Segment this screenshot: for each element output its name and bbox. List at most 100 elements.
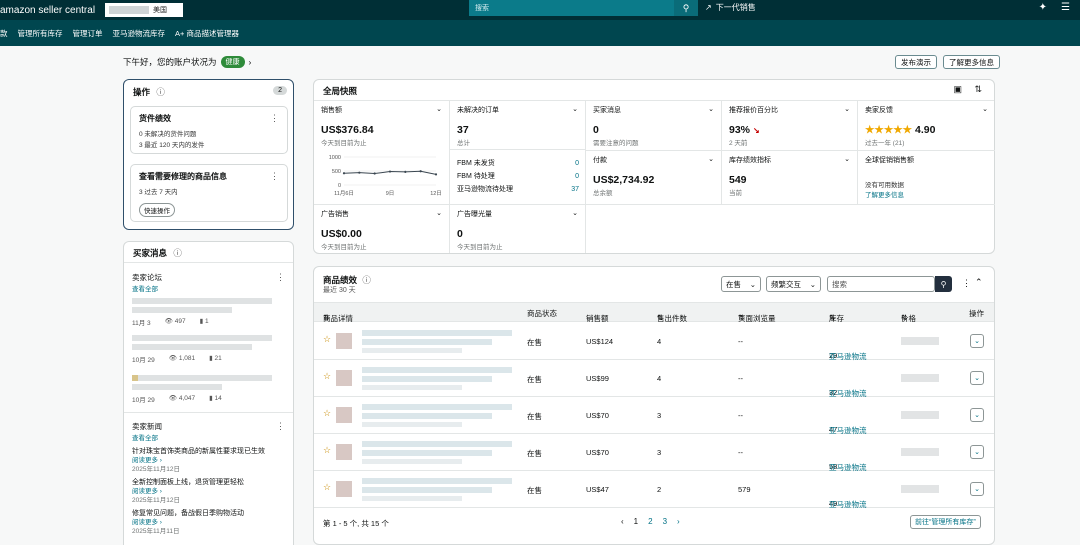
info-icon[interactable]: ⓘ: [362, 275, 371, 285]
table-row[interactable]: ☆ 在售 US$70 3 -- 47 亚马逊物流 ⌄: [314, 397, 994, 435]
forum-post[interactable]: 10月 29 👁 1,081 ▮ 21: [132, 335, 282, 364]
order-row[interactable]: FBM 未发货 0: [457, 157, 579, 170]
product-title-blurred[interactable]: [362, 330, 512, 336]
product-title-blurred[interactable]: [362, 404, 512, 410]
star-outline-icon[interactable]: ☆: [323, 334, 331, 345]
sales-point[interactable]: [434, 173, 438, 176]
read-more-link[interactable]: 阅读更多 ›: [132, 518, 290, 527]
expand-row-button[interactable]: ⌄: [970, 371, 984, 385]
global-promo-tile[interactable]: 全球促销销售额 没有可用数据 了解更多信息: [858, 151, 995, 205]
nav-item-orders[interactable]: 管理订单: [73, 28, 103, 39]
read-more-link[interactable]: 阅读更多 ›: [132, 456, 290, 465]
chevron-down-icon[interactable]: ⌄: [572, 105, 578, 115]
menu-icon[interactable]: ☰: [1061, 2, 1070, 13]
info-icon[interactable]: ⓘ: [173, 248, 182, 258]
nav-item[interactable]: 款: [0, 28, 8, 39]
product-thumbnail[interactable]: [336, 407, 352, 423]
product-thumbnail[interactable]: [336, 370, 352, 386]
order-row[interactable]: FBM 待处理 0: [457, 170, 579, 183]
expand-row-button[interactable]: ⌄: [970, 334, 984, 348]
sales-point[interactable]: [373, 172, 376, 175]
sales-point[interactable]: [404, 170, 407, 173]
chevron-down-icon[interactable]: ⌄: [708, 155, 714, 165]
news-view-all-link[interactable]: 查看全部: [132, 432, 158, 442]
publish-demo-button[interactable]: 发布演示: [895, 55, 937, 69]
forum-post[interactable]: 11月 3 👁 497 ▮ 1: [132, 298, 282, 327]
chevron-down-icon[interactable]: ⌄: [572, 209, 578, 219]
sales-point[interactable]: [388, 170, 392, 173]
more-options-icon[interactable]: ⋮: [270, 113, 279, 124]
search-icon[interactable]: ⚲: [674, 0, 698, 16]
sales-point[interactable]: [419, 170, 422, 173]
ad-sales-tile[interactable]: 广告销售 ⌄ US$0.00 今天到目前为止: [314, 205, 450, 253]
sales-point[interactable]: [358, 171, 361, 174]
chevron-down-icon[interactable]: ⌄: [844, 105, 850, 115]
news-item[interactable]: 针对珠宝首饰类商品的新属性要求现已生效 阅读更多 › 2025年11月12日: [132, 447, 290, 474]
info-icon[interactable]: ⓘ: [156, 87, 165, 97]
order-row[interactable]: 亚马逊物流待处理 37: [457, 183, 579, 196]
product-thumbnail[interactable]: [336, 444, 352, 460]
table-row[interactable]: ☆ 在售 US$99 4 -- 32 亚马逊物流 ⌄: [314, 360, 994, 398]
chevron-down-icon[interactable]: ⌄: [844, 155, 850, 165]
sort-filter-dropdown[interactable]: 频繁交互 ⌄: [766, 276, 821, 292]
more-options-icon[interactable]: ⋮: [962, 278, 971, 289]
table-row[interactable]: ☆ 在售 US$47 2 579 49 亚马逊物流 ⌄: [314, 471, 994, 510]
status-filter-dropdown[interactable]: 在售 ⌄: [721, 276, 761, 292]
more-options-icon[interactable]: ⋮: [276, 421, 285, 432]
expand-icon[interactable]: ▣: [953, 84, 962, 95]
nav-item-aplus[interactable]: A+ 商品描述管理器: [175, 28, 239, 39]
star-outline-icon[interactable]: ☆: [323, 408, 331, 419]
table-row[interactable]: ☆ 在售 US$70 3 -- 58 亚马逊物流 ⌄: [314, 434, 994, 472]
forum-view-all-link[interactable]: 查看全部: [132, 283, 158, 293]
expand-row-button[interactable]: ⌄: [970, 408, 984, 422]
open-orders-tile[interactable]: 未解决的订单 ⌄ 37 总计 FBM 未发货 0 FBM 待处理 0 亚马逊物流待处理…: [450, 101, 586, 205]
fix-listings-card[interactable]: 查看需要修理的商品信息 3 过去 7 天内 快速操作 ⋮: [130, 164, 288, 222]
fulfillment-channel-link[interactable]: 亚马逊物流: [829, 499, 867, 510]
learn-more-button[interactable]: 了解更多信息: [943, 55, 1000, 69]
news-item[interactable]: 全新控制面板上线，退货管理更轻松 阅读更多 › 2025年11月12日: [132, 478, 290, 505]
product-thumbnail[interactable]: [336, 333, 352, 349]
chevron-down-icon[interactable]: ⌄: [982, 105, 988, 115]
star-outline-icon[interactable]: ☆: [323, 482, 331, 493]
next-gen-link[interactable]: ↗ 下一代销售: [705, 2, 756, 13]
ad-impressions-tile[interactable]: 广告曝光量 ⌄ 0 今天到目前为止: [450, 205, 586, 253]
settings-icon[interactable]: ⇅: [974, 84, 982, 95]
page-link[interactable]: 3: [663, 517, 667, 526]
search-icon[interactable]: ⚲: [935, 276, 952, 292]
expand-row-button[interactable]: ⌄: [970, 445, 984, 459]
sales-point[interactable]: [342, 172, 346, 175]
news-item[interactable]: 修复常见问题，备战假日季购物活动 阅读更多 › 2025年11月11日: [132, 509, 290, 536]
search-input[interactable]: 搜索: [469, 0, 674, 16]
payments-tile[interactable]: 付款 ⌄ US$2,734.92 总余额: [586, 151, 722, 205]
amazon-logo[interactable]: amazon seller central: [0, 5, 95, 16]
chevron-right-icon[interactable]: ›: [249, 57, 252, 67]
learn-more-link[interactable]: 了解更多信息: [865, 189, 988, 199]
read-more-link[interactable]: 阅读更多 ›: [132, 487, 290, 496]
nav-item-inventory[interactable]: 管理所有库存: [18, 28, 63, 39]
table-row[interactable]: ☆ 在售 US$124 4 -- 29 亚马逊物流 ⌄: [314, 323, 994, 361]
next-page-icon[interactable]: ›: [677, 517, 680, 526]
star-outline-icon[interactable]: ☆: [323, 445, 331, 456]
go-to-inventory-button[interactable]: 前往“管理所有库存”: [910, 515, 981, 529]
buyer-messages-tile[interactable]: 买家消息 ⌄ 0 需要注意的问题: [586, 101, 722, 151]
chevron-up-icon[interactable]: ⌃: [975, 277, 983, 288]
health-badge[interactable]: 健康: [220, 56, 245, 68]
sales-tile[interactable]: 销售额 ⌄ US$376.84 今天到目前为止 1000 500 0 11月6日 9日 12…: [314, 101, 450, 205]
chevron-down-icon[interactable]: ⌄: [436, 105, 442, 115]
page-link[interactable]: 1: [634, 517, 638, 526]
page-link[interactable]: 2: [648, 517, 652, 526]
chevron-down-icon[interactable]: ⌄: [708, 105, 714, 115]
shipment-performance-card[interactable]: 货件绩效 0 未解决的货件问题 3 最近 120 天内的发件 ⋮: [130, 106, 288, 154]
product-title-blurred[interactable]: [362, 367, 512, 373]
prev-page-icon[interactable]: ‹: [621, 517, 624, 526]
product-search-input[interactable]: 搜索: [827, 276, 935, 292]
product-title-blurred[interactable]: [362, 441, 512, 447]
inventory-performance-tile[interactable]: 库存绩效指标 ⌄ 549 当前: [722, 151, 858, 205]
feedback-tile[interactable]: 卖家反馈 ⌄ ★★★★★ 4.90 过去一年 (21): [858, 101, 995, 151]
product-thumbnail[interactable]: [336, 481, 352, 497]
forum-post[interactable]: 10月 29 👁 4,047 ▮ 14: [132, 375, 282, 404]
more-options-icon[interactable]: ⋮: [276, 272, 285, 283]
more-options-icon[interactable]: ⋮: [270, 171, 279, 182]
quick-action-button[interactable]: 快速操作: [139, 203, 175, 217]
nav-item-fba-inventory[interactable]: 亚马逊物流库存: [113, 28, 166, 39]
